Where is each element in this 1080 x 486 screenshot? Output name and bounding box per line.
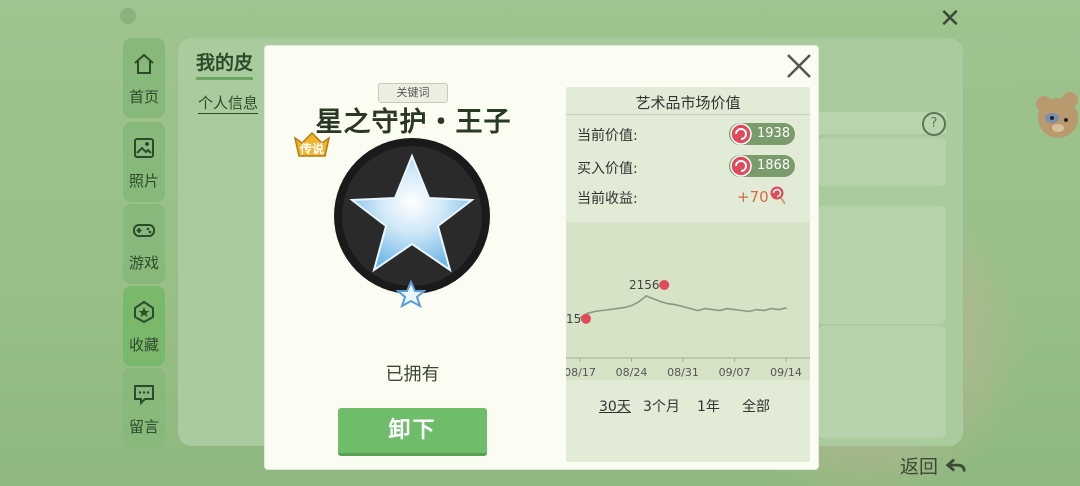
- lollipop-icon: [730, 123, 752, 145]
- sidebar-item-messages[interactable]: 留言: [123, 368, 165, 448]
- data-point: [682, 305, 684, 308]
- range-all-button[interactable]: 全部: [742, 396, 770, 416]
- data-point: [601, 309, 603, 312]
- data-point: [608, 308, 611, 311]
- back-button[interactable]: 返回: [900, 452, 968, 479]
- rarity-badge: 传说: [292, 130, 332, 160]
- sidebar-item-label: 首页: [128, 88, 159, 106]
- lollipop-icon: [581, 313, 591, 324]
- x-tick-label: 08/24: [616, 366, 648, 379]
- range-1y-button[interactable]: 1年: [697, 396, 720, 416]
- data-point: [615, 307, 618, 310]
- owned-status: 已拥有: [385, 364, 440, 385]
- current-value-label: 当前价值:: [577, 128, 638, 144]
- background-close-icon[interactable]: ✕: [937, 6, 963, 32]
- data-point: [726, 307, 728, 310]
- data-point: [623, 306, 625, 309]
- bear-mascot-icon[interactable]: [1028, 88, 1080, 152]
- data-point: [755, 308, 758, 311]
- back-arrow-icon: [945, 458, 966, 472]
- data-point: [785, 307, 787, 309]
- x-tick-label: 09/07: [719, 366, 751, 379]
- item-avatar: [334, 138, 490, 294]
- market-title: 艺术品市场价值: [635, 94, 741, 112]
- sidebar-item-home[interactable]: 首页: [123, 38, 165, 118]
- data-point: [704, 307, 706, 310]
- data-point: [652, 298, 655, 300]
- current-value-pill: 1938: [729, 123, 795, 145]
- background-card: [818, 206, 946, 324]
- unequip-button[interactable]: 卸下: [338, 408, 487, 456]
- sidebar-item-label: 留言: [128, 418, 159, 436]
- data-point: [593, 310, 596, 313]
- gamepad-icon: [133, 224, 155, 237]
- range-3m-button[interactable]: 3个月: [643, 396, 680, 416]
- sidebar-item-label: 收藏: [128, 336, 159, 354]
- data-point: [638, 300, 640, 303]
- data-point: [689, 307, 692, 310]
- lollipop-icon: [659, 279, 670, 290]
- data-point: [748, 310, 751, 313]
- background-page-title: 我的皮: [196, 48, 254, 80]
- sidebar-item-games[interactable]: 游戏: [123, 204, 165, 284]
- range-30d-button[interactable]: 30天: [599, 396, 631, 416]
- rarity-badge-label: 传说: [300, 142, 325, 156]
- data-point: [718, 309, 721, 312]
- data-point: [763, 309, 765, 312]
- data-point: [674, 303, 677, 306]
- buy-value-pill: 1868: [729, 155, 795, 177]
- x-tick-label: 09/14: [770, 366, 802, 379]
- sidebar-item-photos[interactable]: 照片: [123, 122, 165, 202]
- background-subtab[interactable]: 个人信息: [198, 92, 259, 114]
- x-tick-label: 08/17: [566, 366, 596, 379]
- lollipop-icon: [770, 186, 786, 205]
- star-badge-icon: [134, 300, 154, 324]
- data-label: 1715: [566, 312, 581, 326]
- price-chart: 08/17 08/24 08/31 09/07 09/14 1715 2156: [566, 278, 810, 379]
- data-point: [741, 309, 743, 312]
- home-icon: [134, 53, 154, 74]
- data-point: [696, 309, 699, 312]
- sidebar-item-label: 照片: [128, 172, 159, 190]
- profit-value: +70: [737, 188, 769, 206]
- photo-icon: [134, 138, 154, 158]
- sidebar-item-label: 游戏: [128, 254, 159, 272]
- background-card: [818, 138, 946, 186]
- data-point: [630, 304, 633, 307]
- x-tick-label: 08/31: [667, 366, 699, 379]
- close-icon[interactable]: [783, 50, 815, 82]
- buy-value: 1868: [757, 158, 791, 173]
- data-point: [770, 307, 773, 310]
- data-point: [660, 300, 662, 303]
- current-value: 1938: [757, 126, 791, 141]
- lollipop-icon: [730, 155, 752, 177]
- profit-label: 当前收益:: [577, 191, 638, 207]
- background-card: [818, 326, 946, 438]
- buy-value-label: 买入价值:: [577, 161, 638, 177]
- back-label: 返回: [900, 456, 939, 478]
- data-point: [667, 302, 670, 305]
- divider: [566, 114, 810, 115]
- data-point: [645, 295, 648, 297]
- small-star-icon: [396, 280, 426, 308]
- sidebar-item-collection[interactable]: 收藏: [123, 286, 165, 366]
- message-icon: [134, 385, 154, 406]
- background-top-glyph: [120, 8, 136, 24]
- data-point: [711, 308, 714, 311]
- help-icon[interactable]: ?: [922, 112, 946, 136]
- data-point: [733, 308, 736, 311]
- data-label: 2156: [629, 278, 660, 292]
- data-point: [777, 308, 780, 311]
